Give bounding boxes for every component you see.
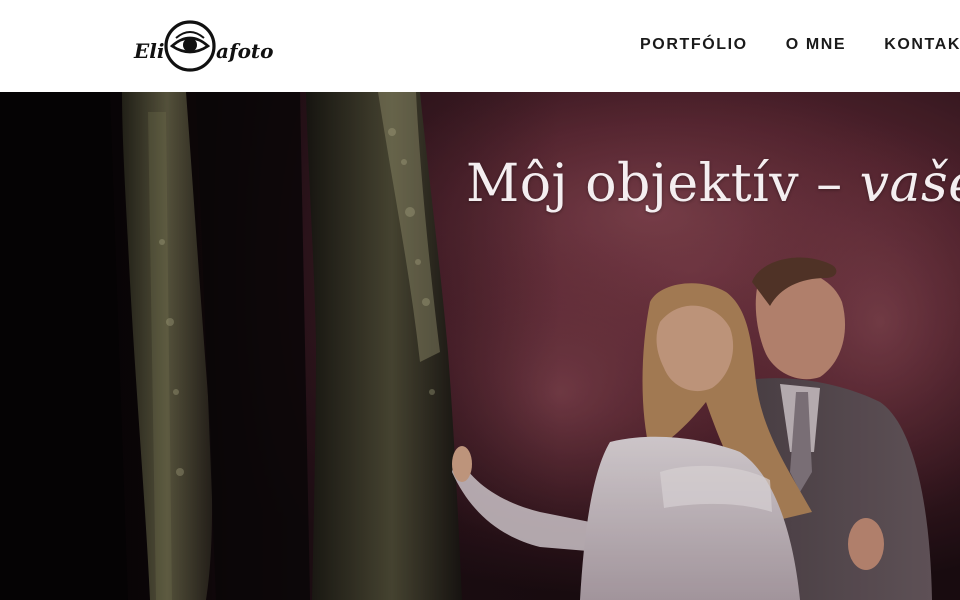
svg-text:afoto: afoto <box>216 39 273 63</box>
logo-eye-icon: Eli afoto <box>133 20 273 72</box>
nav-item-o-mne[interactable]: O MNE <box>786 36 846 54</box>
nav-item-kontakt[interactable]: KONTAKT <box>884 36 960 54</box>
site-header: Eli afoto PORTFÓLIO O MNE KONTAKT <box>0 0 960 92</box>
nav-item-portfolio[interactable]: PORTFÓLIO <box>640 36 748 54</box>
hero-title-emphasis: vaše s <box>859 154 960 214</box>
hero-title: Môj objektív – vaše s <box>466 154 960 214</box>
svg-text:Eli: Eli <box>133 39 164 63</box>
hero-title-main: Môj objektív – <box>466 154 860 214</box>
hero-banner: Môj objektív – vaše s <box>0 92 960 600</box>
main-nav: PORTFÓLIO O MNE KONTAKT <box>640 36 960 54</box>
site-logo[interactable]: Eli afoto <box>132 16 296 76</box>
